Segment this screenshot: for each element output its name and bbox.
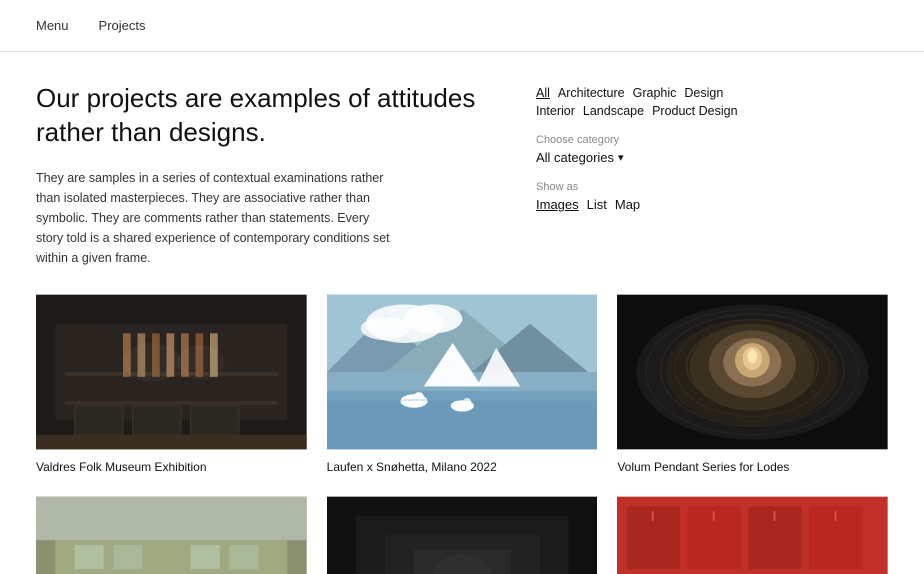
- header: Menu Projects: [0, 0, 924, 52]
- hero-content: Our projects are examples of attitudes r…: [36, 82, 496, 268]
- filter-sidebar: All Architecture Graphic Design Interior…: [536, 82, 756, 268]
- gallery-item-3[interactable]: Volum Pendant Series for Lodes: [617, 292, 888, 474]
- breadcrumb-projects: Projects: [99, 18, 146, 33]
- view-label: Show as: [536, 181, 756, 193]
- filter-tag-product-design[interactable]: Product Design: [652, 104, 737, 118]
- main-section: Our projects are examples of attitudes r…: [0, 52, 924, 268]
- category-label: Choose category: [536, 134, 756, 146]
- category-select-row[interactable]: All categories ▾: [536, 150, 756, 165]
- filter-tag-interior[interactable]: Interior: [536, 104, 575, 118]
- filter-tag-architecture[interactable]: Architecture: [558, 86, 625, 100]
- chevron-down-icon: ▾: [618, 151, 624, 164]
- view-option-map[interactable]: Map: [615, 197, 640, 212]
- gallery-image-1: [36, 292, 307, 452]
- gallery-image-3: [617, 292, 888, 452]
- filter-tag-design[interactable]: Design: [684, 86, 723, 100]
- gallery-image-2: [327, 292, 598, 452]
- filter-tag-all[interactable]: All: [536, 86, 550, 100]
- gallery-caption-1: Valdres Folk Museum Exhibition: [36, 460, 307, 474]
- filter-tag-landscape[interactable]: Landscape: [583, 104, 644, 118]
- hero-title: Our projects are examples of attitudes r…: [36, 82, 496, 150]
- filter-tag-list: All Architecture Graphic Design Interior…: [536, 86, 756, 118]
- view-options: Images List Map: [536, 197, 756, 212]
- gallery-item-2[interactable]: Laufen x Snøhetta, Milano 2022: [327, 292, 598, 474]
- gallery-caption-3: Volum Pendant Series for Lodes: [617, 460, 888, 474]
- category-select-text[interactable]: All categories: [536, 150, 614, 165]
- gallery-caption-2: Laufen x Snøhetta, Milano 2022: [327, 460, 598, 474]
- menu-button[interactable]: Menu: [36, 18, 69, 33]
- gallery-section: Valdres Folk Museum Exhibition: [0, 268, 924, 574]
- gallery-grid-row1: Valdres Folk Museum Exhibition: [36, 292, 888, 474]
- view-option-list[interactable]: List: [587, 197, 607, 212]
- view-option-images[interactable]: Images: [536, 197, 579, 212]
- hero-description: They are samples in a series of contextu…: [36, 168, 396, 268]
- filter-tag-graphic[interactable]: Graphic: [633, 86, 677, 100]
- gallery-item-1[interactable]: Valdres Folk Museum Exhibition: [36, 292, 307, 474]
